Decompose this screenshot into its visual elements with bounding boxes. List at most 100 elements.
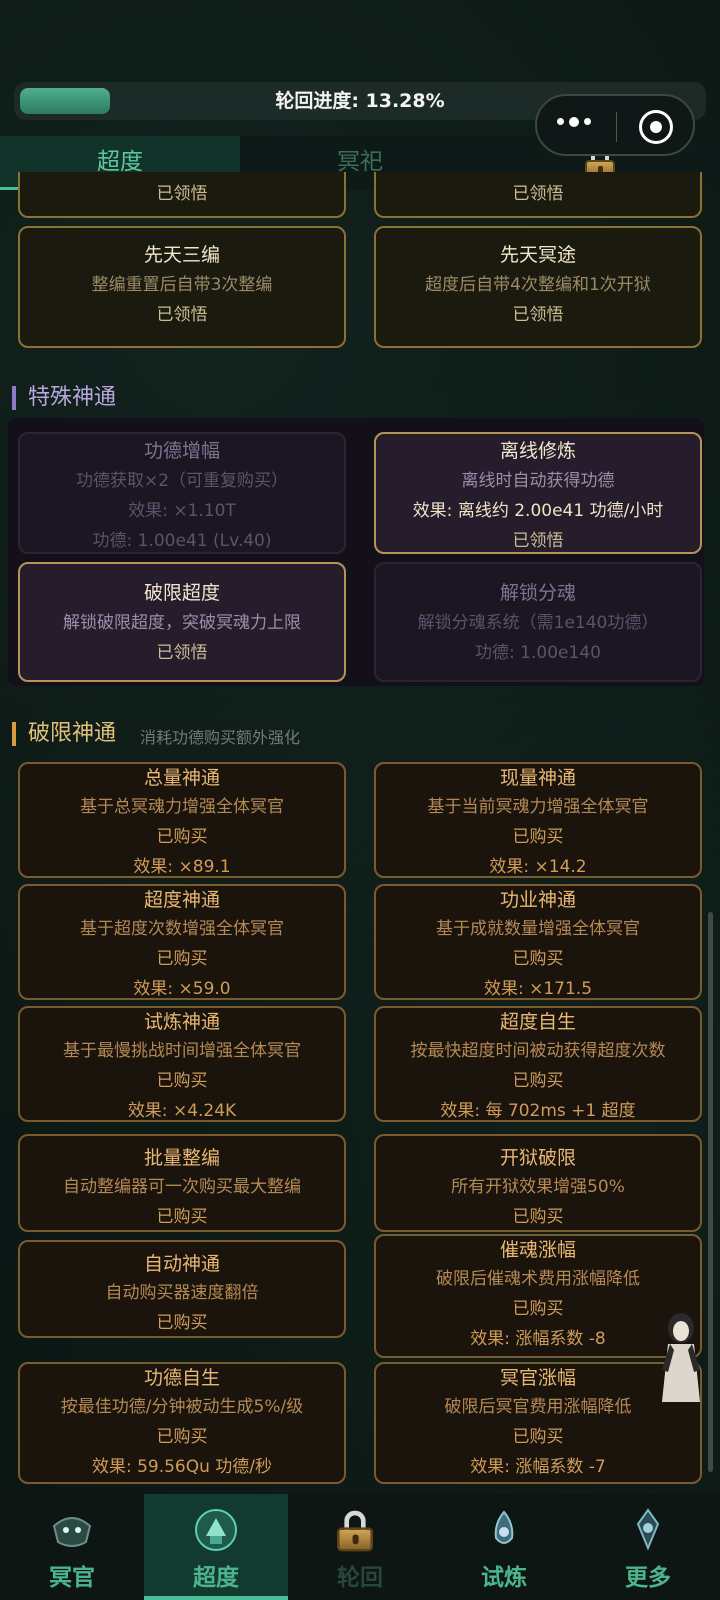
card-effect: 效果: ×59.0 [133, 979, 231, 999]
card-title: 催魂涨幅 [499, 1239, 576, 1261]
breakthrough-card[interactable]: 功业神通 基于成就数量增强全体冥官 已购买 效果: ×171.5 [374, 884, 702, 1000]
nav-label: 轮回 [337, 1565, 383, 1591]
card-status: 已领悟 [512, 184, 564, 204]
breakthrough-card[interactable]: 超度神通基于超度次数增强全体冥官 已购买效果: ×59.0 [18, 884, 346, 1000]
card-desc: 整编重置后自带3次整编 [91, 275, 273, 295]
nav-underworld-officials[interactable]: 冥官 [0, 1494, 144, 1600]
card-desc: 自动购买器速度翻倍 [105, 1283, 259, 1303]
breakthrough-card[interactable]: 功德自生 按最佳功德/分钟被动生成5%/级 已购买 效果: 59.56Qu 功德/秒 [18, 1362, 346, 1484]
card-status: 已购买 [512, 1299, 564, 1319]
salvation-icon [195, 1509, 237, 1551]
card-effect: 效果: 59.56Qu 功德/秒 [91, 1457, 273, 1477]
card-status: 已购买 [156, 1313, 208, 1333]
nav-label: 超度 [193, 1565, 239, 1591]
card-title: 解锁分魂 [499, 582, 576, 604]
card-effect: 效果: ×4.24K [127, 1101, 237, 1121]
special-card-break-limit-salvation[interactable]: 破限超度 解锁破限超度，突破冥魂力上限 已领悟 [18, 562, 346, 682]
card-title: 先天三编 [143, 244, 220, 266]
card-desc: 自动整编器可一次购买最大整编 [63, 1177, 301, 1197]
card-desc: 功德获取×2（可重复购买） [75, 471, 289, 491]
nav-trial[interactable]: 试炼 [432, 1494, 576, 1600]
card-desc: 按最佳功德/分钟被动生成5%/级 [60, 1397, 304, 1417]
more-options-icon[interactable] [557, 117, 591, 127]
nav-label: 更多 [625, 1565, 671, 1591]
card-desc: 基于超度次数增强全体冥官 [80, 919, 284, 939]
card-status: 已购买 [156, 1071, 208, 1091]
bottom-navigation: 冥官 超度 轮回 试炼 更多 [0, 1494, 720, 1600]
breakthrough-card[interactable]: 现量神通基于当前冥魂力增强全体冥官 已购买效果: ×14.2 [374, 762, 702, 878]
special-card-offline-cultivation[interactable]: 离线修炼 离线时自动获得功德 效果: 离线约 2.00e41 功德/小时 已领悟 [374, 432, 702, 554]
section-title-breakthrough: 破限神通 [12, 722, 116, 746]
card-desc: 离线时自动获得功德 [461, 471, 615, 491]
card-status: 已领悟 [512, 305, 564, 325]
card-title: 现量神通 [499, 767, 576, 789]
special-card-unlock-split-soul[interactable]: 解锁分魂 解锁分魂系统（需1e140功德） 功德: 1.00e140 [374, 562, 702, 682]
section-subtitle-breakthrough: 消耗功德购买额外强化 [140, 728, 301, 747]
breakthrough-card[interactable]: 自动神通自动购买器速度翻倍 已购买 [18, 1240, 346, 1338]
nav-reincarnation[interactable]: 轮回 [288, 1494, 432, 1600]
section-title-special: 特殊神通 [12, 386, 116, 410]
card-desc: 基于成就数量增强全体冥官 [436, 919, 640, 939]
card-title: 超度自生 [499, 1011, 576, 1033]
trial-icon [494, 1510, 514, 1544]
card-desc: 破限后催魂术费用涨幅降低 [436, 1269, 640, 1289]
card-title: 功业神通 [499, 889, 576, 911]
special-card-merit-boost[interactable]: 功德增幅 功德获取×2（可重复购买） 效果: ×1.10T 功德: 1.00e4… [18, 432, 346, 554]
breakthrough-card[interactable]: 冥官涨幅破限后冥官费用涨幅降低 已购买效果: 涨幅系数 -7 [374, 1362, 702, 1484]
card-desc: 破限后冥官费用涨幅降低 [444, 1397, 632, 1417]
lock-icon [337, 1510, 373, 1552]
card-desc: 超度后自带4次整编和1次开狱 [425, 275, 651, 295]
card-title: 超度神通 [143, 889, 220, 911]
close-target-icon[interactable] [639, 110, 673, 144]
miniprogram-capsule [535, 94, 695, 156]
card-desc: 解锁分魂系统（需1e140功德） [417, 613, 659, 633]
card-title: 冥官涨幅 [499, 1367, 576, 1389]
card-effect: 效果: 每 702ms +1 超度 [440, 1101, 636, 1121]
underworld-official-icon [52, 1517, 92, 1547]
card-desc: 基于最慢挑战时间增强全体冥官 [63, 1041, 301, 1061]
card-title: 批量整编 [143, 1147, 220, 1169]
card-cost: 功德: 1.00e41 (Lv.40) [92, 531, 272, 551]
more-icon [636, 1508, 660, 1551]
breakthrough-card[interactable]: 超度自生按最快超度时间被动获得超度次数 已购买效果: 每 702ms +1 超度 [374, 1006, 702, 1122]
breakthrough-card[interactable]: 总量神通 基于总冥魂力增强全体冥官 已购买 效果: ×89.1 [18, 762, 346, 878]
card-effect: 效果: 涨幅系数 -7 [470, 1457, 606, 1477]
card-title: 功德自生 [143, 1367, 220, 1389]
card-status: 已购买 [512, 1427, 564, 1447]
card-title: 破限超度 [143, 582, 220, 604]
skill-card-partial-2[interactable]: 已领悟 [374, 172, 702, 218]
card-status: 已购买 [512, 1207, 564, 1227]
card-status: 已购买 [512, 1071, 564, 1091]
card-effect: 效果: ×14.2 [489, 857, 587, 877]
breakthrough-card[interactable]: 试炼神通 基于最慢挑战时间增强全体冥官 已购买 效果: ×4.24K [18, 1006, 346, 1122]
card-status: 已领悟 [512, 531, 564, 551]
nav-more[interactable]: 更多 [576, 1494, 720, 1600]
card-title: 自动神通 [143, 1253, 220, 1275]
character-avatar[interactable] [656, 1310, 706, 1406]
scrollbar[interactable] [708, 912, 713, 1472]
card-status: 已购买 [156, 949, 208, 969]
breakthrough-card[interactable]: 批量整编 自动整编器可一次购买最大整编 已购买 [18, 1134, 346, 1232]
breakthrough-card[interactable]: 开狱破限 所有开狱效果增强50% 已购买 [374, 1134, 702, 1232]
nav-salvation[interactable]: 超度 [144, 1494, 288, 1600]
nav-label: 冥官 [49, 1565, 95, 1591]
skill-card-innate-underworld-path[interactable]: 先天冥途 超度后自带4次整编和1次开狱 已领悟 [374, 226, 702, 348]
card-status: 已领悟 [156, 643, 208, 663]
card-status: 已购买 [512, 827, 564, 847]
skill-card-innate-three-edits[interactable]: 先天三编 整编重置后自带3次整编 已领悟 [18, 226, 346, 348]
skill-card-partial-1[interactable]: 已领悟 [18, 172, 346, 218]
card-status: 已领悟 [156, 184, 208, 204]
card-status: 已购买 [512, 949, 564, 969]
card-title: 开狱破限 [499, 1147, 576, 1169]
card-title: 先天冥途 [499, 244, 576, 266]
card-desc: 基于当前冥魂力增强全体冥官 [427, 797, 649, 817]
breakthrough-card[interactable]: 催魂涨幅 破限后催魂术费用涨幅降低 已购买 效果: 涨幅系数 -8 [374, 1234, 702, 1358]
card-cost: 功德: 1.00e140 [475, 643, 601, 663]
card-effect: 效果: ×89.1 [133, 857, 231, 877]
card-status: 已购买 [156, 827, 208, 847]
card-desc: 按最快超度时间被动获得超度次数 [410, 1041, 666, 1061]
card-effect: 效果: 离线约 2.00e41 功德/小时 [412, 501, 664, 521]
nav-label: 试炼 [481, 1565, 527, 1591]
card-title: 离线修炼 [499, 440, 576, 462]
card-title: 总量神通 [143, 767, 220, 789]
